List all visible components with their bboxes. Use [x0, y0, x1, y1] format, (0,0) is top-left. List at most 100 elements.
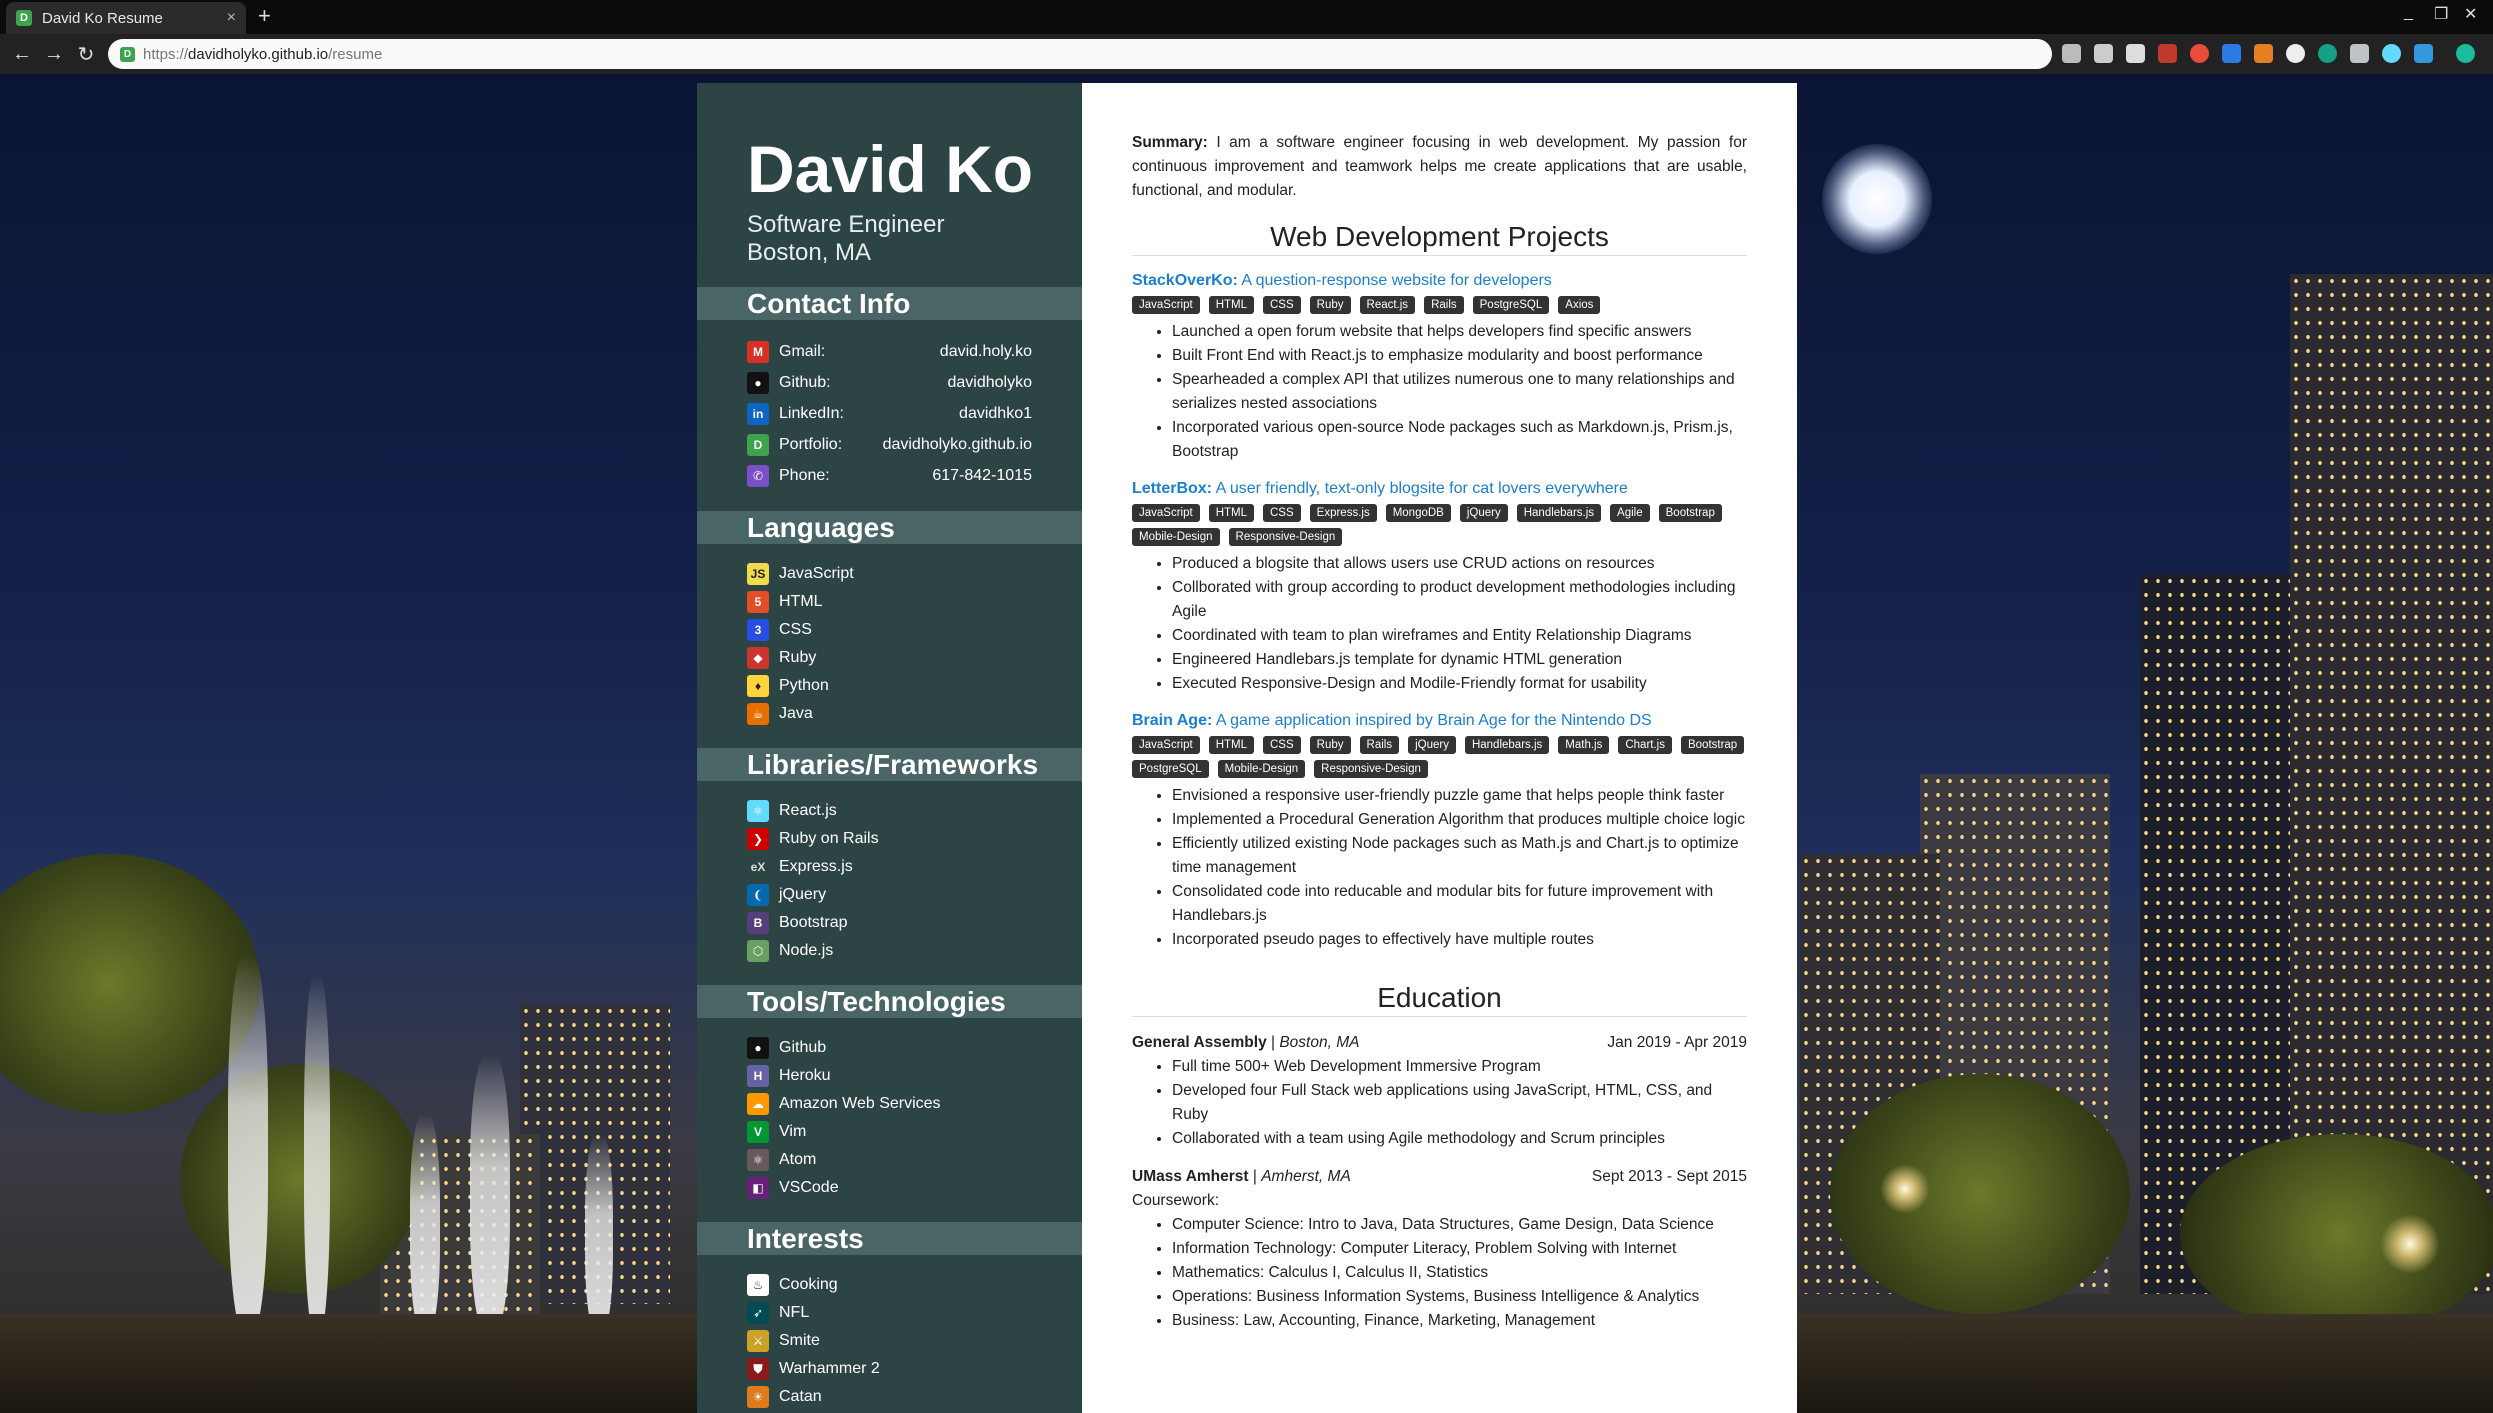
- atom-icon: ⚛: [747, 1149, 769, 1171]
- bullet-item: Built Front End with React.js to emphasi…: [1172, 344, 1747, 368]
- extension-icon[interactable]: [2062, 44, 2081, 63]
- bullet-item: Efficiently utilized existing Node packa…: [1172, 832, 1747, 880]
- tech-tag: HTML: [1208, 504, 1254, 522]
- tech-tag: Handlebars.js: [1464, 736, 1550, 754]
- extension-icon[interactable]: [2382, 44, 2401, 63]
- tool-item: ⚛ Atom: [747, 1146, 1032, 1174]
- project-title-link[interactable]: Brain Age: A game application inspired b…: [1132, 710, 1747, 732]
- github-icon: ●: [747, 371, 769, 394]
- browser-tab[interactable]: D David Ko Resume ×: [6, 2, 246, 34]
- tab-close-icon[interactable]: ×: [227, 9, 236, 27]
- moon: [1822, 144, 1932, 254]
- bullet-item: Business: Law, Accounting, Finance, Mark…: [1172, 1309, 1747, 1333]
- project-title-link[interactable]: StackOverKo: A question-response website…: [1132, 270, 1747, 292]
- phone-icon: ✆: [747, 464, 769, 487]
- extension-icon[interactable]: [2158, 44, 2177, 63]
- chef-hat-icon: ♨: [747, 1274, 769, 1296]
- reload-button[interactable]: ↻: [70, 42, 102, 67]
- project-title-link[interactable]: LetterBox: A user friendly, text-only bl…: [1132, 478, 1747, 500]
- extension-icon[interactable]: [2350, 44, 2369, 63]
- tech-tag: Responsive-Design: [1314, 760, 1428, 778]
- location: Boston, MA: [747, 239, 872, 266]
- project: LetterBox: A user friendly, text-only bl…: [1132, 478, 1747, 696]
- school-location: Boston, MA: [1279, 1034, 1360, 1051]
- browser-menu-icon[interactable]: ⋮: [2488, 44, 2493, 63]
- extension-icon[interactable]: [2126, 44, 2145, 63]
- contact-item[interactable]: ● Github: davidholyko: [747, 367, 1032, 398]
- tech-tag: Bootstrap: [1680, 736, 1745, 754]
- extension-icon[interactable]: [2318, 44, 2337, 63]
- interest-label: Cooking: [779, 1276, 838, 1293]
- contact-item[interactable]: in LinkedIn: davidhko1: [747, 398, 1032, 429]
- address-url[interactable]: https://davidholyko.github.io/resume: [143, 46, 382, 63]
- interest-item: ♨ Cooking: [747, 1271, 1032, 1299]
- project-bullets: Produced a blogsite that allows users us…: [1172, 552, 1747, 696]
- bullet-item: Collborated with group according to prod…: [1172, 576, 1747, 624]
- extension-icon[interactable]: [2222, 44, 2241, 63]
- bullet-item: Collaborated with a team using Agile met…: [1172, 1127, 1747, 1151]
- interests-list: ♨ Cooking ➶ NFL ⚔ Smite ⛊ Warhammer 2 ☀ Catan: [697, 1255, 1082, 1413]
- contact-item[interactable]: M Gmail: david.holy.ko: [747, 336, 1032, 367]
- extension-icon[interactable]: [2414, 44, 2433, 63]
- address-bar[interactable]: D https://davidholyko.github.io/resume: [108, 39, 2052, 69]
- summary: Summary: I am a software engineer focusi…: [1132, 131, 1747, 203]
- browser-toolbar: ← → ↻ D https://davidholyko.github.io/re…: [0, 34, 2493, 74]
- tree: [180, 1064, 420, 1294]
- interest-item: ➶ NFL: [747, 1299, 1032, 1327]
- framework-item: ❨ jQuery: [747, 881, 1032, 909]
- react-icon: ⚛: [747, 800, 769, 822]
- contact-item[interactable]: ✆ Phone: 617-842-1015: [747, 460, 1032, 491]
- contact-value[interactable]: davidholyko.github.io: [883, 436, 1032, 454]
- close-window-button[interactable]: ✕: [2464, 4, 2477, 24]
- summary-text: I am a software engineer focusing in web…: [1132, 134, 1747, 199]
- bullet-item: Implemented a Procedural Generation Algo…: [1172, 808, 1747, 832]
- tech-tag: HTML: [1208, 736, 1254, 754]
- framework-item: eX Express.js: [747, 853, 1032, 881]
- contact-value[interactable]: davidholyko: [948, 374, 1033, 392]
- education-bullets: Full time 500+ Web Development Immersive…: [1172, 1055, 1747, 1151]
- back-button[interactable]: ←: [6, 43, 38, 66]
- interest-label: Warhammer 2: [779, 1360, 880, 1377]
- vim-icon: V: [747, 1121, 769, 1143]
- restore-window-button[interactable]: ❐: [2434, 4, 2448, 24]
- html-icon: 5: [747, 591, 769, 613]
- framework-label: React.js: [779, 802, 837, 819]
- contact-value[interactable]: davidhko1: [959, 405, 1032, 423]
- bullet-item: Incorporated pseudo pages to effectively…: [1172, 928, 1747, 952]
- tech-tag: JavaScript: [1132, 296, 1200, 314]
- javascript-icon: JS: [747, 563, 769, 585]
- contact-value[interactable]: david.holy.ko: [940, 343, 1032, 361]
- framework-item: B Bootstrap: [747, 909, 1032, 937]
- bullet-item: Coordinated with team to plan wireframes…: [1172, 624, 1747, 648]
- framework-label: Bootstrap: [779, 914, 848, 931]
- contact-value[interactable]: 617-842-1015: [932, 467, 1032, 485]
- tech-tag: Rails: [1424, 296, 1464, 314]
- tool-label: Vim: [779, 1123, 807, 1140]
- bullet-item: Developed four Full Stack web applicatio…: [1172, 1079, 1747, 1127]
- projects-list: StackOverKo: A question-response website…: [1132, 270, 1747, 952]
- tech-tag: CSS: [1263, 504, 1301, 522]
- portfolio-icon: D: [747, 433, 769, 456]
- linkedin-icon: in: [747, 402, 769, 425]
- forward-button[interactable]: →: [38, 43, 70, 66]
- extension-icon[interactable]: [2190, 44, 2209, 63]
- aws-icon: ☁: [747, 1093, 769, 1115]
- project: StackOverKo: A question-response website…: [1132, 270, 1747, 464]
- new-tab-button[interactable]: +: [258, 4, 271, 28]
- tech-tag: MongoDB: [1385, 504, 1451, 522]
- contact-item[interactable]: D Portfolio: davidholyko.github.io: [747, 429, 1032, 460]
- extension-icon[interactable]: [2254, 44, 2273, 63]
- tech-tag: Axios: [1558, 296, 1601, 314]
- profile-avatar[interactable]: [2456, 44, 2475, 63]
- contact-label: Portfolio:: [779, 435, 843, 453]
- education-dates: Jan 2019 - Apr 2019: [1607, 1034, 1747, 1051]
- tree: [2180, 1134, 2493, 1334]
- minimize-window-button[interactable]: _: [2404, 4, 2413, 22]
- tech-tag: HTML: [1208, 296, 1254, 314]
- fountain: [228, 954, 268, 1334]
- language-item: 5 HTML: [747, 588, 1032, 616]
- contact-label: Phone:: [779, 466, 830, 484]
- tools-heading: Tools/Technologies: [697, 985, 1082, 1018]
- extension-icon[interactable]: [2286, 44, 2305, 63]
- extension-icon[interactable]: [2094, 44, 2113, 63]
